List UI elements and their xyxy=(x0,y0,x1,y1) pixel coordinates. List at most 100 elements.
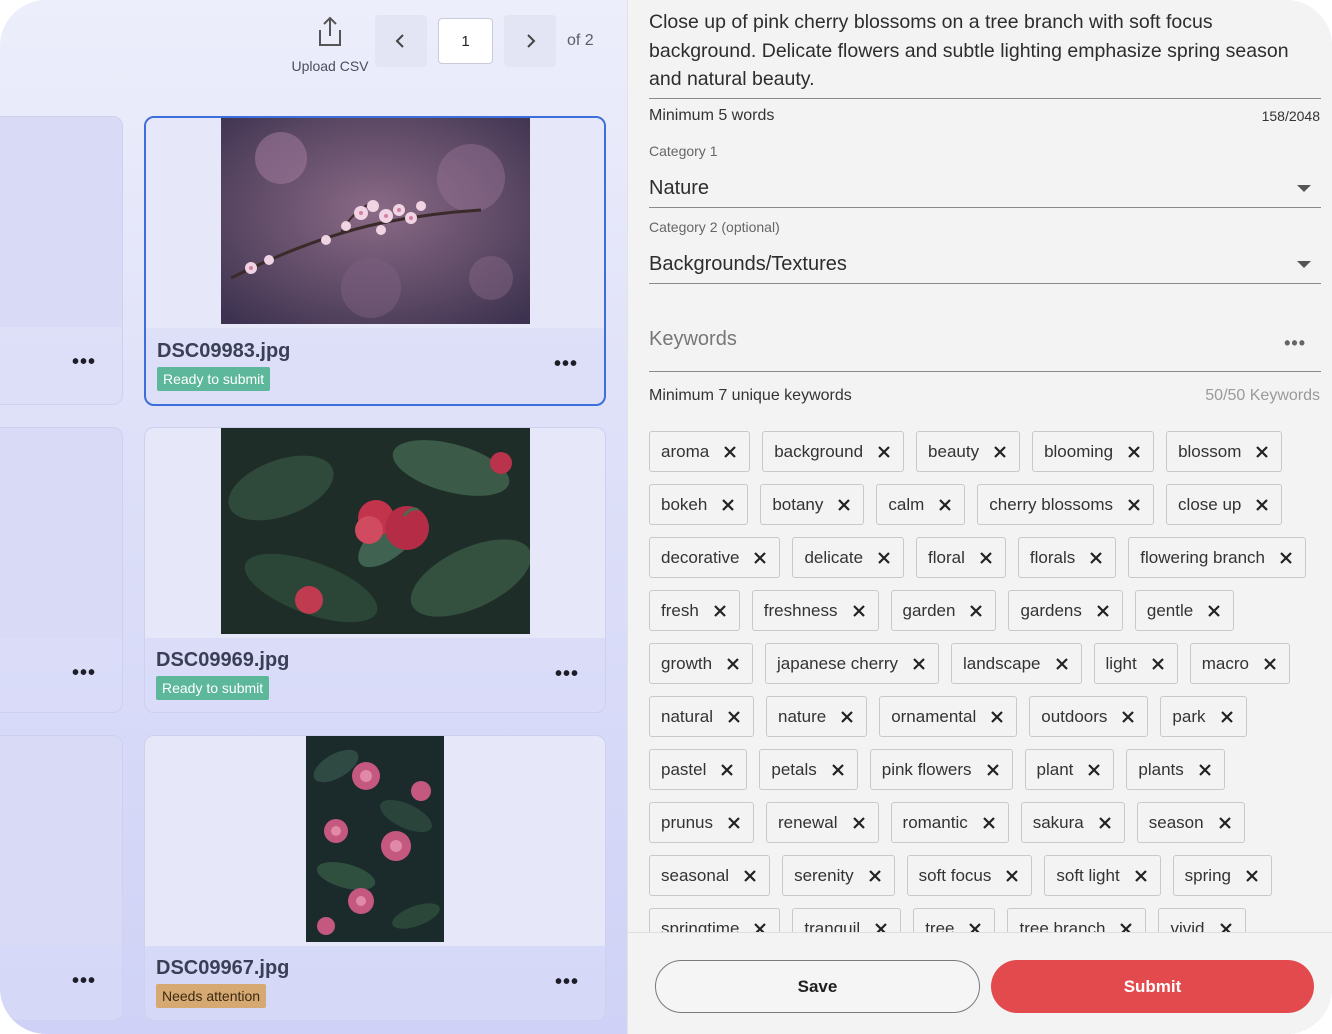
remove-keyword-icon[interactable] xyxy=(938,498,952,512)
remove-keyword-icon[interactable] xyxy=(1219,922,1233,933)
remove-keyword-icon[interactable] xyxy=(753,551,767,565)
keyword-chip[interactable]: fresh xyxy=(649,590,740,631)
keyword-chip[interactable]: background xyxy=(762,431,905,472)
keyword-chip[interactable]: close up xyxy=(1166,484,1283,525)
remove-keyword-icon[interactable] xyxy=(1151,657,1165,671)
keyword-chip[interactable]: ornamental xyxy=(879,696,1018,737)
remove-keyword-icon[interactable] xyxy=(1279,551,1293,565)
keyword-chip[interactable]: tranquil xyxy=(792,908,902,933)
remove-keyword-icon[interactable] xyxy=(874,922,888,933)
keyword-chip[interactable]: landscape xyxy=(951,643,1082,684)
keyword-chip[interactable]: romantic xyxy=(890,802,1009,843)
remove-keyword-icon[interactable] xyxy=(968,922,982,933)
image-card-partial[interactable]: ••• xyxy=(0,116,123,405)
keyword-chip[interactable]: beauty xyxy=(916,431,1021,472)
remove-keyword-icon[interactable] xyxy=(1207,604,1221,618)
keyword-chip[interactable]: freshness xyxy=(751,590,879,631)
remove-keyword-icon[interactable] xyxy=(1005,869,1019,883)
remove-keyword-icon[interactable] xyxy=(837,498,851,512)
remove-keyword-icon[interactable] xyxy=(753,922,767,933)
keyword-chip[interactable]: tree branch xyxy=(1007,908,1147,933)
keyword-chip[interactable]: decorative xyxy=(649,537,781,578)
submit-button[interactable]: Submit xyxy=(991,960,1314,1013)
keyword-chip[interactable]: vivid xyxy=(1158,908,1246,933)
keyword-chip[interactable]: prunus xyxy=(649,802,754,843)
remove-keyword-icon[interactable] xyxy=(723,445,737,459)
image-card[interactable]: DSC09967.jpg Needs attention ••• xyxy=(144,735,606,1021)
keyword-chip[interactable]: florals xyxy=(1017,537,1117,578)
keyword-chip[interactable]: park xyxy=(1160,696,1247,737)
keyword-chip[interactable]: seasonal xyxy=(649,855,771,896)
remove-keyword-icon[interactable] xyxy=(726,657,740,671)
remove-keyword-icon[interactable] xyxy=(727,816,741,830)
page-number-input[interactable] xyxy=(438,18,493,64)
keyword-chip[interactable]: blossom xyxy=(1166,431,1283,472)
remove-keyword-icon[interactable] xyxy=(969,604,983,618)
remove-keyword-icon[interactable] xyxy=(1220,710,1234,724)
remove-keyword-icon[interactable] xyxy=(840,710,854,724)
remove-keyword-icon[interactable] xyxy=(1098,816,1112,830)
keyword-chip[interactable]: bokeh xyxy=(649,484,749,525)
remove-keyword-icon[interactable] xyxy=(1127,445,1141,459)
remove-keyword-icon[interactable] xyxy=(1127,498,1141,512)
remove-keyword-icon[interactable] xyxy=(990,710,1004,724)
keyword-chip[interactable]: japanese cherry xyxy=(765,643,939,684)
remove-keyword-icon[interactable] xyxy=(1121,710,1135,724)
keyword-chip[interactable]: soft focus xyxy=(906,855,1033,896)
keyword-chip[interactable]: flowering branch xyxy=(1128,537,1307,578)
image-thumbnail[interactable] xyxy=(145,736,605,946)
keyword-chip[interactable]: soft light xyxy=(1044,855,1161,896)
keyword-chip[interactable]: macro xyxy=(1189,643,1290,684)
image-thumbnail[interactable] xyxy=(146,118,604,328)
keyword-chip[interactable]: light xyxy=(1093,643,1178,684)
keyword-chip[interactable]: garden xyxy=(890,590,997,631)
more-options-icon[interactable]: ••• xyxy=(555,664,579,684)
keyword-chip[interactable]: cherry blossoms xyxy=(977,484,1155,525)
remove-keyword-icon[interactable] xyxy=(1218,816,1232,830)
remove-keyword-icon[interactable] xyxy=(720,763,734,777)
keyword-chip[interactable]: nature xyxy=(765,696,868,737)
keyword-chip[interactable]: plants xyxy=(1126,749,1225,790)
keyword-chip[interactable]: calm xyxy=(876,484,966,525)
description-field[interactable]: Close up of pink cherry blossoms on a tr… xyxy=(649,8,1321,94)
keyword-chip[interactable]: botany xyxy=(760,484,865,525)
remove-keyword-icon[interactable] xyxy=(1087,763,1101,777)
keywords-input[interactable]: Keywords xyxy=(649,328,737,351)
more-options-icon[interactable]: ••• xyxy=(72,971,96,991)
image-thumbnail[interactable] xyxy=(145,428,605,638)
remove-keyword-icon[interactable] xyxy=(743,869,757,883)
keywords-more-options-icon[interactable]: ••• xyxy=(1284,334,1306,352)
keyword-chip[interactable]: sakura xyxy=(1020,802,1125,843)
remove-keyword-icon[interactable] xyxy=(912,657,926,671)
remove-keyword-icon[interactable] xyxy=(1134,869,1148,883)
keyword-chip[interactable]: delicate xyxy=(792,537,905,578)
dropdown-caret-icon[interactable] xyxy=(1297,261,1311,268)
previous-page-button[interactable] xyxy=(375,15,427,67)
remove-keyword-icon[interactable] xyxy=(877,551,891,565)
remove-keyword-icon[interactable] xyxy=(852,604,866,618)
keyword-chip[interactable]: pink flowers xyxy=(869,749,1013,790)
keyword-chip[interactable]: plant xyxy=(1024,749,1115,790)
keyword-chip[interactable]: serenity xyxy=(782,855,895,896)
remove-keyword-icon[interactable] xyxy=(868,869,882,883)
remove-keyword-icon[interactable] xyxy=(1119,922,1133,933)
remove-keyword-icon[interactable] xyxy=(1198,763,1212,777)
more-options-icon[interactable]: ••• xyxy=(555,972,579,992)
keyword-chip[interactable]: aroma xyxy=(649,431,751,472)
keyword-chip[interactable]: outdoors xyxy=(1029,696,1149,737)
remove-keyword-icon[interactable] xyxy=(831,763,845,777)
more-options-icon[interactable]: ••• xyxy=(72,352,96,372)
more-options-icon[interactable]: ••• xyxy=(554,354,578,374)
keyword-chip[interactable]: blooming xyxy=(1032,431,1155,472)
keyword-chip[interactable]: natural xyxy=(649,696,754,737)
more-options-icon[interactable]: ••• xyxy=(72,663,96,683)
remove-keyword-icon[interactable] xyxy=(982,816,996,830)
remove-keyword-icon[interactable] xyxy=(1089,551,1103,565)
remove-keyword-icon[interactable] xyxy=(852,816,866,830)
keyword-chip[interactable]: petals xyxy=(759,749,858,790)
remove-keyword-icon[interactable] xyxy=(1055,657,1069,671)
image-card[interactable]: DSC09969.jpg Ready to submit ••• xyxy=(144,427,606,713)
remove-keyword-icon[interactable] xyxy=(1096,604,1110,618)
keyword-chip[interactable]: springtime xyxy=(649,908,781,933)
remove-keyword-icon[interactable] xyxy=(877,445,891,459)
